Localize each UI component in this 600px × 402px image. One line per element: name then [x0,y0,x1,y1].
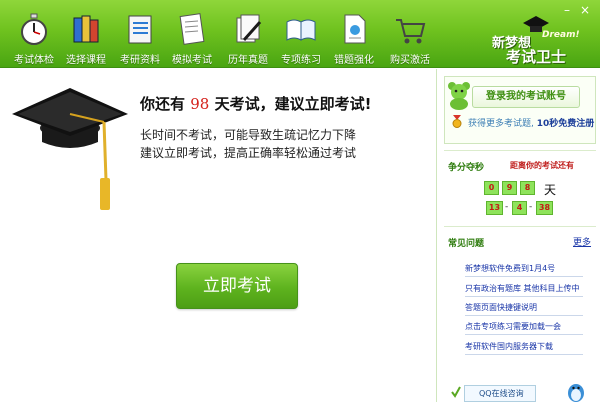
headline-suffix: 天考试，建议立即考试! [214,95,372,113]
more-link[interactable]: 更多 [573,235,591,248]
hours-digit: 13 [486,201,503,215]
toolbar-topic-practice[interactable]: 专项练习 [275,0,327,68]
toolbar-label: 模拟考试 [172,55,212,66]
toolbar-select-course[interactable]: 选择课程 [60,0,112,68]
days-digit: 0 [484,181,499,195]
register-promo[interactable]: 获得更多考试题, 10秒免费注册 [468,116,594,129]
toolbar: 考试体检 选择课程 考研资料 模拟考试 历年真题 专项练习 错题强化 购买激活 … [0,0,600,68]
main-panel: 你还有 98 天考试，建议立即考试! 长时间不考试，可能导致生疏记忆力下降 建议… [0,69,436,402]
advice-line-1: 长时间不考试，可能导致生疏记忆力下降 [140,128,357,142]
faq-divider [465,315,583,316]
app-logo: 新梦想 Dream! 考试卫士 [478,12,580,66]
exam-countdown-headline: 你还有 98 天考试，建议立即考试! [140,93,371,114]
faq-title: 常见问题 [448,239,485,249]
faq-divider [465,354,583,355]
seconds-digit: 38 [536,201,553,215]
faq-link[interactable]: 答题页面快捷键说明 [465,302,537,313]
toolbar-buy-activate[interactable]: 购买激活 [384,0,436,68]
register-link[interactable]: 10秒免费注册 [537,119,595,129]
toolbar-mock-exam[interactable]: 模拟考试 [166,0,218,68]
faq-divider [465,296,583,297]
countdown-title: 争分夺秒 [448,163,485,173]
toolbar-label: 错题强化 [334,55,374,66]
qq-penguin-icon[interactable] [566,380,586,402]
papers-pen-icon [236,14,262,43]
medal-icon [452,115,462,128]
exam-paper-icon [179,13,205,45]
shopping-cart-icon [396,19,426,44]
faq-link[interactable]: 只有政治有题库 其他科目上传中 [465,283,580,294]
countdown-caption: 距离你的考试还有 [510,161,574,170]
bear-mascot-icon [448,82,470,110]
notebook-icon [128,15,152,44]
faq-link[interactable]: 考研软件国内服务器下载 [465,341,553,352]
toolbar-exam-checkup[interactable]: 考试体检 [8,0,60,68]
days-digit: 8 [520,181,535,195]
close-button[interactable]: × [578,4,592,16]
qq-label: QQ在线咨询 [479,389,524,398]
days-remaining: 98 [190,95,210,113]
graduation-cap-icon [12,88,128,210]
day-unit: 天 [544,183,557,197]
faq-divider [465,276,583,277]
stopwatch-icon [21,13,47,45]
login-button[interactable]: 登录我的考试账号 [472,86,580,108]
start-exam-button[interactable]: 立即考试 [176,263,298,309]
time-separator: - [529,202,533,212]
books-icon [73,15,99,43]
minutes-digit: 4 [512,201,527,215]
headline-prefix: 你还有 [140,95,186,113]
minimize-button[interactable]: – [560,4,574,16]
document-icon [344,14,366,44]
toolbar-label: 购买激活 [390,55,430,66]
days-digit: 9 [502,181,517,195]
promo-text: 获得更多考试题, [468,119,534,129]
divider [444,150,596,151]
faq-link[interactable]: 新梦想软件免费到1月4号 [465,263,555,274]
open-book-icon [286,19,316,41]
faq-divider [465,334,583,335]
time-separator: - [505,202,509,212]
logo-line2: 考试卫士 [506,48,567,66]
toolbar-past-papers[interactable]: 历年真题 [222,0,274,68]
faq-link[interactable]: 点击专项练习需要加载一会 [465,321,561,332]
advice-line-2: 建议立即考试，提高正确率轻松通过考试 [140,146,357,160]
toolbar-study-materials[interactable]: 考研资料 [114,0,166,68]
divider [444,226,596,227]
check-icon [451,386,461,398]
logo-tag: Dream! [542,30,580,40]
toolbar-mistake-review[interactable]: 错题强化 [328,0,380,68]
qq-consult-button[interactable]: QQ在线咨询 [464,385,536,402]
